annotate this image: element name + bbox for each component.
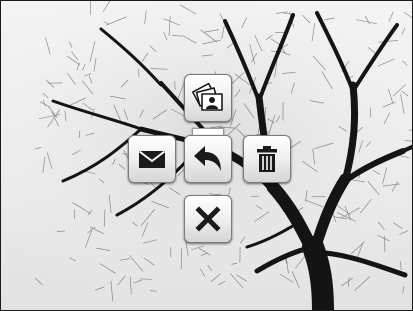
close-button[interactable] bbox=[184, 195, 232, 243]
trash-icon bbox=[257, 146, 277, 172]
delete-button[interactable] bbox=[243, 135, 291, 183]
close-x-icon bbox=[195, 206, 221, 232]
photo-gallery-icon bbox=[191, 82, 223, 111]
email-button[interactable] bbox=[128, 135, 176, 183]
back-arrow-icon bbox=[194, 146, 221, 171]
gallery-button[interactable] bbox=[184, 74, 232, 122]
back-button[interactable] bbox=[184, 135, 232, 183]
photo-viewer-screen bbox=[0, 0, 413, 311]
envelope-icon bbox=[138, 150, 166, 168]
